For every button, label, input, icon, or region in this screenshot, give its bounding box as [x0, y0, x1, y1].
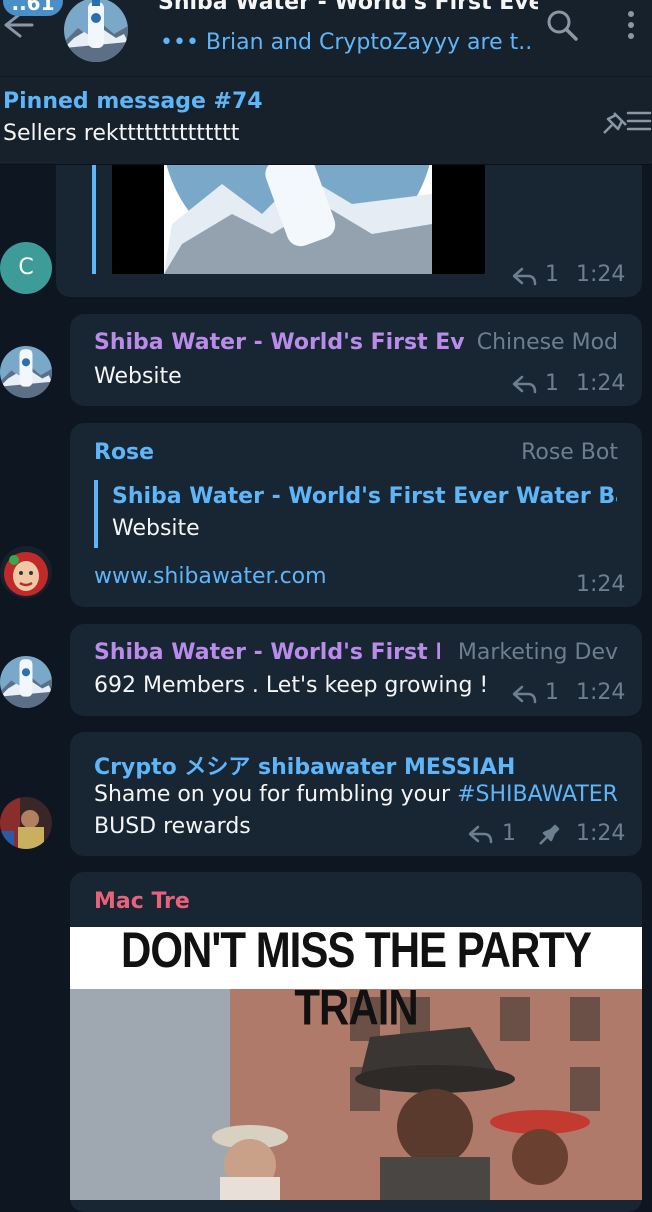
reply-count: 1	[545, 680, 559, 705]
water-bottle-avatar-icon	[0, 656, 52, 708]
unpin-icon[interactable]	[600, 105, 652, 137]
avatar[interactable]	[0, 656, 52, 708]
more-options-icon[interactable]	[616, 8, 646, 42]
message-image[interactable]	[112, 164, 485, 274]
pinned-text: Sellers rektttttttttttttt	[3, 121, 240, 146]
sender-name[interactable]: Rose	[94, 440, 394, 465]
quote-bar	[94, 480, 98, 548]
water-bottle-avatar-icon	[64, 0, 128, 62]
reply-count: 1	[502, 821, 516, 846]
unread-badge: ..61	[3, 0, 63, 16]
water-bottle-avatar-icon	[0, 346, 52, 398]
message-text: 692 Members . Let's keep growing !	[94, 673, 489, 698]
reply-icon[interactable]	[512, 684, 538, 706]
pinned-message-bar[interactable]: Pinned message #74 Sellers rektttttttttt…	[0, 77, 652, 165]
quote-bar	[92, 164, 96, 274]
sender-role: Rose Bot	[521, 440, 618, 465]
pinned-title: Pinned message #74	[3, 89, 263, 114]
reply-count: 1	[545, 262, 559, 287]
chat-title[interactable]: Shiba Water - World's First Eve...	[158, 0, 538, 15]
chat-header: ..61 Shiba Water - World's First Eve... …	[0, 0, 652, 77]
reply-icon[interactable]	[468, 824, 494, 846]
back-button[interactable]: ..61	[0, 0, 63, 60]
quoted-sender[interactable]: Shiba Water - World's First Ever Water B…	[112, 484, 617, 509]
message-time: 1:24	[576, 262, 626, 287]
message-time: 1:24	[576, 371, 626, 396]
message-text: Shame on you for fumbling your #SHIBAWAT…	[94, 782, 618, 807]
website-link[interactable]: www.shibawater.com	[94, 564, 327, 589]
reply-icon[interactable]	[512, 266, 538, 288]
water-bottle-image	[164, 164, 432, 274]
avatar[interactable]: C	[0, 242, 52, 294]
gif-media[interactable]: DON'T MISS THE PARTY TRAIN	[70, 927, 642, 1200]
sender-name[interactable]: Shiba Water - World's First E...	[94, 640, 440, 665]
gif-caption: DON'T MISS THE PARTY TRAIN	[121, 927, 592, 1036]
rose-bot-avatar-icon	[0, 546, 52, 598]
avatar[interactable]	[0, 797, 52, 849]
avatar[interactable]	[0, 546, 52, 598]
sender-name[interactable]: Shiba Water - World's First Ev...	[94, 330, 464, 355]
chat-avatar[interactable]	[64, 0, 128, 62]
avatar[interactable]	[0, 346, 52, 398]
message-text-continued: BUSD rewards	[94, 814, 251, 839]
message-time: 1:24	[576, 821, 626, 846]
sender-name[interactable]: Crypto メシア shibawater MESSIAH	[94, 749, 614, 781]
reply-count: 1	[545, 371, 559, 396]
quoted-text: Website	[112, 516, 200, 541]
avatar-initial: C	[18, 255, 34, 280]
search-icon[interactable]	[545, 8, 579, 42]
message-time: 1:24	[576, 572, 626, 597]
sender-role: Marketing Dev	[457, 640, 618, 665]
pin-icon	[539, 824, 560, 845]
sender-name[interactable]: Mac Tre	[94, 889, 394, 914]
typing-status: ••• Brian and CryptoZayyy are t...	[160, 30, 530, 55]
hashtag-link[interactable]: #SHIBAWATER	[457, 782, 618, 807]
reply-icon[interactable]	[512, 374, 538, 396]
message-text: Website	[94, 364, 182, 389]
message-time: 1:24	[576, 680, 626, 705]
sender-role: Chinese Mod	[476, 330, 618, 355]
user-photo-avatar-icon	[0, 797, 52, 849]
